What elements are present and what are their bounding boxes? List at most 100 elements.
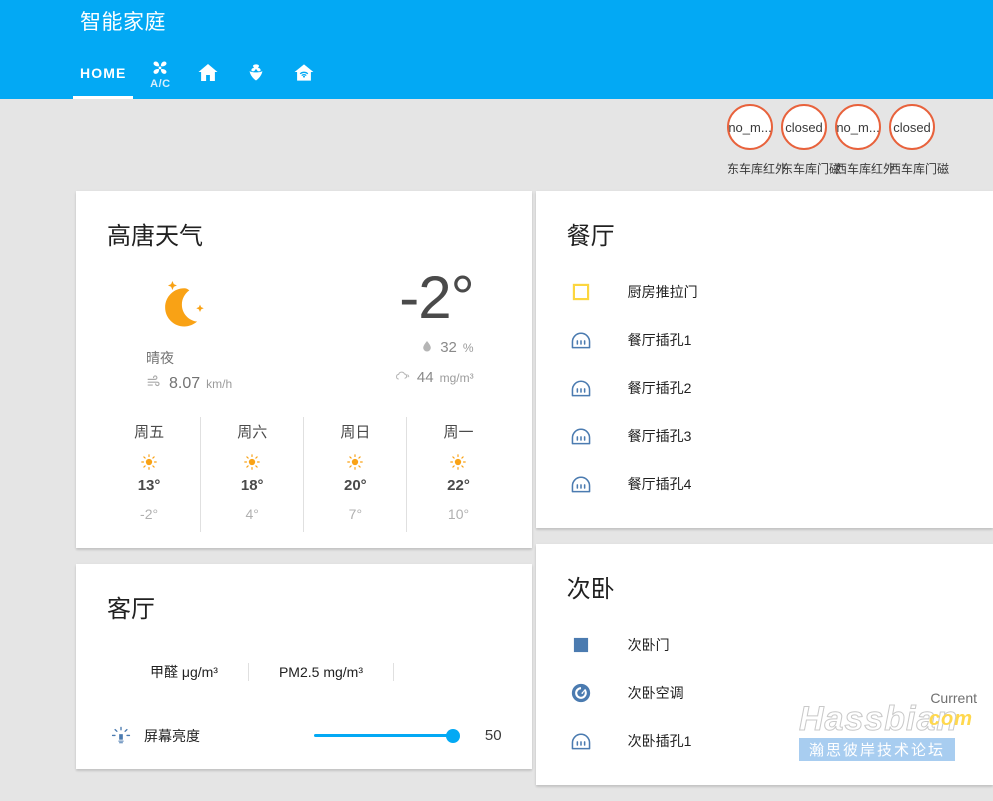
power-socket-icon [558, 474, 604, 494]
tab-flower[interactable] [232, 47, 280, 99]
nav-tabs: HOME A/C [70, 47, 328, 99]
sensor-pm25[interactable]: PM2.5 mg/m³ [249, 663, 394, 681]
tab-home-wifi[interactable] [280, 47, 328, 99]
badge-label-west-garage-door: 西车库门磁 [889, 160, 935, 177]
forecast-high: 20° [304, 477, 406, 494]
card-columns: 高唐天气 晴夜 [0, 191, 993, 801]
forecast-high: 22° [407, 477, 509, 494]
tab-ac-label: A/C [150, 79, 170, 90]
slider-thumb[interactable] [446, 729, 460, 743]
entity-row-dining-socket-1[interactable]: 餐厅插孔1 [552, 316, 977, 364]
dining-room-card: 餐厅 厨房推拉门 [536, 191, 993, 528]
screen-brightness-value: 50 [458, 727, 510, 744]
forecast-day: 周日 20° 7° [304, 417, 407, 532]
second-bedroom-card: 次卧 次卧门 [536, 544, 993, 785]
living-room-title: 客厅 [92, 564, 516, 635]
right-column: 餐厅 厨房推拉门 [536, 191, 993, 801]
humidity-unit: % [463, 341, 474, 355]
badge-east-garage-motion[interactable]: no_m... [727, 104, 773, 150]
wind-value: 8.07 [169, 375, 200, 393]
dining-room-title: 餐厅 [552, 191, 977, 262]
air-conditioner-gauge-icon [558, 682, 604, 704]
forecast-day: 周五 13° -2° [98, 417, 201, 532]
forecast-low: 4° [201, 506, 303, 522]
power-socket-icon [558, 378, 604, 398]
cloud-wind-icon [393, 368, 411, 388]
forecast-high: 13° [98, 477, 200, 494]
screen-brightness-row: 屏幕亮度 50 [92, 681, 516, 753]
entity-label: 餐厅插孔1 [604, 330, 692, 350]
entity-label: 次卧插孔1 [604, 731, 692, 751]
air-unit: mg/m³ [440, 371, 474, 385]
dining-room-entity-list: 厨房推拉门 餐厅插孔1 [552, 262, 977, 512]
badge-strip: no_m... closed no_m... closed 东车库红外 东车库门… [727, 104, 935, 177]
weather-temperature: -2° [393, 268, 474, 328]
forecast-low: 10° [407, 506, 509, 522]
home-wifi-icon [292, 61, 316, 85]
humidity-value: 32 [440, 339, 457, 356]
weather-humidity: 32 % [393, 338, 474, 358]
living-room-card: 客厅 甲醛 μg/m³ PM2.5 mg/m³ 屏幕亮度 [76, 564, 532, 769]
tab-home[interactable]: HOME [70, 47, 136, 99]
power-socket-icon [558, 731, 604, 751]
forecast-day-name: 周日 [304, 421, 406, 442]
tab-house[interactable] [184, 47, 232, 99]
tab-ac[interactable]: A/C [136, 47, 184, 99]
wind-icon [146, 373, 163, 395]
entity-row-dining-socket-4[interactable]: 餐厅插孔4 [552, 460, 977, 508]
forecast-day-name: 周六 [201, 421, 303, 442]
air-value: 44 [417, 369, 434, 386]
entity-row-bedroom-door[interactable]: 次卧门 [552, 621, 977, 669]
wind-unit: km/h [206, 377, 232, 391]
entity-row-bedroom-ac[interactable]: 次卧空调 [552, 669, 977, 717]
entity-label: 次卧门 [604, 635, 670, 655]
second-bedroom-title: 次卧 [552, 544, 977, 615]
entity-row-bedroom-socket-1[interactable]: 次卧插孔1 [552, 717, 977, 765]
weather-air-quality: 44 mg/m³ [393, 368, 474, 388]
forecast-day-name: 周五 [98, 421, 200, 442]
sun-icon [304, 453, 406, 471]
left-column: 高唐天气 晴夜 [76, 191, 532, 801]
entity-label: 餐厅插孔4 [604, 474, 692, 494]
power-socket-icon [558, 330, 604, 350]
sensor-formaldehyde[interactable]: 甲醛 μg/m³ [98, 663, 249, 681]
badge-east-garage-door[interactable]: closed [781, 104, 827, 150]
moon-stars-icon [146, 268, 316, 340]
living-room-sensors: 甲醛 μg/m³ PM2.5 mg/m³ [98, 635, 510, 681]
weather-left: 晴夜 8.07 km/h [106, 268, 316, 395]
forecast-day-name: 周一 [407, 421, 509, 442]
house-icon [196, 61, 220, 85]
fan-ac-icon [149, 56, 171, 78]
water-drop-icon [420, 338, 434, 358]
forecast-low: -2° [98, 506, 200, 522]
sun-icon [201, 453, 303, 471]
badge-label-east-garage-motion: 东车库红外 [727, 160, 773, 177]
badge-label-east-garage-door: 东车库门磁 [781, 160, 827, 177]
entity-row-dining-socket-3[interactable]: 餐厅插孔3 [552, 412, 977, 460]
weather-wind: 8.07 km/h [146, 373, 316, 395]
screen-brightness-slider[interactable] [314, 728, 458, 744]
entity-label: 次卧空调 [604, 683, 684, 703]
badge-labels: 东车库红外 东车库门磁 西车库红外 西车库门磁 [727, 160, 935, 177]
badge-west-garage-motion[interactable]: no_m... [835, 104, 881, 150]
screen-brightness-label: 屏幕亮度 [144, 726, 314, 746]
flower-icon [244, 61, 268, 85]
forecast-day: 周六 18° 4° [201, 417, 304, 532]
door-open-square-icon [558, 282, 604, 302]
forecast-day: 周一 22° 10° [407, 417, 509, 532]
second-bedroom-entity-list: 次卧门 次卧空调 [552, 615, 977, 769]
entity-label: 厨房推拉门 [604, 282, 698, 302]
entity-row-dining-socket-2[interactable]: 餐厅插孔2 [552, 364, 977, 412]
entity-label: 餐厅插孔2 [604, 378, 692, 398]
sun-icon [407, 453, 509, 471]
weather-card: 高唐天气 晴夜 [76, 191, 532, 548]
weather-condition: 晴夜 [146, 348, 316, 368]
app-title: 智能家庭 [80, 6, 166, 36]
door-closed-square-icon [558, 635, 604, 655]
forecast-low: 7° [304, 506, 406, 522]
weather-right: -2° 32 % [393, 268, 502, 388]
power-socket-icon [558, 426, 604, 446]
entity-row-kitchen-sliding-door[interactable]: 厨房推拉门 [552, 268, 977, 316]
weather-main: 晴夜 8.07 km/h -2° [92, 262, 516, 395]
badge-west-garage-door[interactable]: closed [889, 104, 935, 150]
